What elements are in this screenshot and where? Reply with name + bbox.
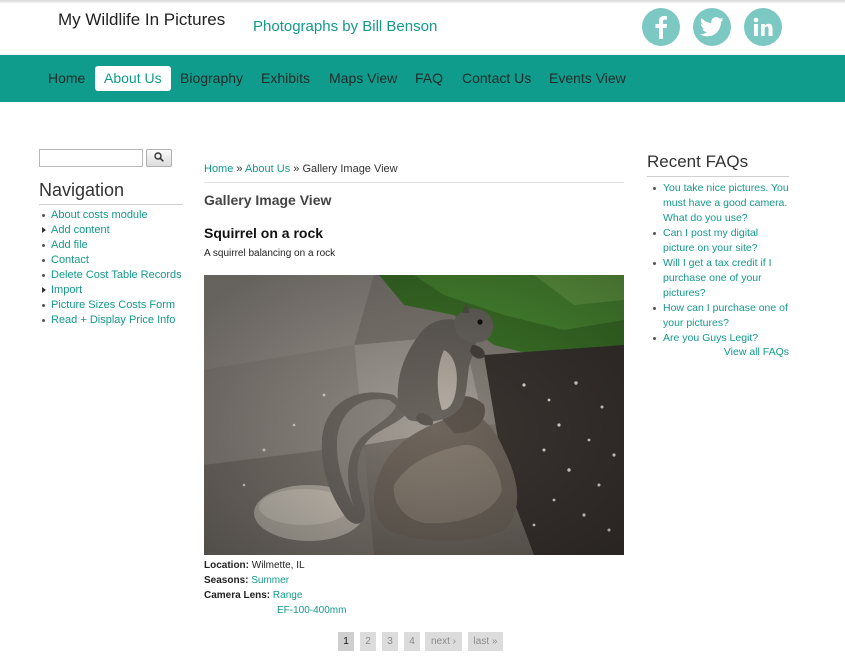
search-input[interactable] (39, 149, 143, 167)
pager-page-3[interactable]: 3 (382, 632, 398, 651)
nav-link-label: Contact (51, 254, 89, 266)
bullet-icon (653, 307, 656, 310)
camera-lens-link[interactable]: EF-100-400mm (277, 605, 346, 616)
pager-page-4[interactable]: 4 (404, 632, 420, 651)
bullet-icon (42, 259, 45, 262)
nav-home[interactable]: Home (39, 66, 94, 91)
nav-biography[interactable]: Biography (171, 66, 252, 91)
bullet-icon (653, 337, 656, 340)
nav-exhibits[interactable]: Exhibits (252, 66, 319, 91)
main-nav: Home About Us Biography Exhibits Maps Vi… (0, 55, 845, 102)
facebook-icon (654, 15, 668, 39)
faq-link[interactable]: Can I post my digital picture on your si… (651, 226, 791, 256)
navigation-heading: Navigation (39, 180, 125, 200)
site-slogan: Photographs by Bill Benson (253, 18, 438, 35)
site-name[interactable]: My Wildlife In Pictures (58, 10, 225, 30)
divider (39, 204, 183, 205)
location-field: Location: Wilmette, IL (204, 560, 305, 571)
nav-link-label: Add content (51, 224, 110, 236)
top-border (0, 0, 845, 3)
twitter-icon (700, 17, 724, 37)
camera-lens-link[interactable]: Range (273, 590, 302, 601)
nav-link-delete-cost-table-records[interactable]: Delete Cost Table Records (39, 268, 182, 283)
pager-page-1[interactable]: 1 (338, 632, 354, 651)
nav-link-add-content[interactable]: Add content (39, 223, 182, 238)
bullet-icon (42, 214, 45, 217)
breadcrumb-current: Gallery Image View (302, 163, 398, 175)
facebook-link[interactable] (642, 8, 680, 46)
view-all-faqs-link[interactable]: View all FAQs (700, 346, 789, 358)
bullet-icon (42, 274, 45, 277)
bullet-icon (653, 232, 656, 235)
nav-link-contact[interactable]: Contact (39, 253, 182, 268)
nav-faq[interactable]: FAQ (406, 66, 452, 91)
divider (647, 176, 789, 177)
expand-arrow-icon (42, 287, 46, 293)
camera-lens-field: Camera Lens: Range (204, 590, 302, 601)
divider (204, 182, 624, 183)
image-description: A squirrel balancing on a rock (204, 248, 336, 259)
nav-link-read-display-price-info[interactable]: Read + Display Price Info (39, 313, 182, 328)
location-value: Wilmette, IL (251, 560, 305, 571)
bullet-icon (42, 244, 45, 247)
breadcrumb-about-us[interactable]: About Us (245, 163, 290, 175)
squirrel-photo[interactable] (204, 275, 624, 555)
navigation-menu: About costs module Add content Add file … (39, 208, 182, 328)
faq-link-label: How can I purchase one of your pictures? (663, 302, 788, 329)
faq-link-label: Will I get a tax credit if I purchase on… (663, 257, 772, 299)
nav-link-label: About costs module (51, 209, 148, 221)
recent-faqs-heading: Recent FAQs (647, 152, 749, 171)
linkedin-icon (753, 17, 773, 37)
nav-maps-view[interactable]: Maps View (320, 66, 406, 91)
breadcrumb-separator: » (233, 163, 245, 175)
bullet-icon (42, 319, 45, 322)
faq-link[interactable]: You take nice pictures. You must have a … (651, 181, 791, 226)
bullet-icon (653, 187, 656, 190)
nav-link-picture-sizes-costs-form[interactable]: Picture Sizes Costs Form (39, 298, 182, 313)
twitter-link[interactable] (693, 8, 731, 46)
faq-link-label: You take nice pictures. You must have a … (663, 182, 789, 224)
breadcrumb: Home » About Us » Gallery Image View (204, 163, 398, 175)
breadcrumb-home[interactable]: Home (204, 163, 233, 175)
search-icon (154, 149, 164, 167)
nav-link-label: Import (51, 284, 83, 296)
faq-link[interactable]: Will I get a tax credit if I purchase on… (651, 256, 791, 301)
image-title: Squirrel on a rock (204, 225, 324, 241)
faq-link[interactable]: Are you Guys Legit? (651, 331, 791, 346)
faq-link[interactable]: How can I purchase one of your pictures? (651, 301, 791, 331)
nav-link-label: Picture Sizes Costs Form (51, 299, 176, 311)
seasons-field: Seasons: Summer (204, 575, 289, 586)
linkedin-link[interactable] (744, 8, 782, 46)
camera-lens-label: Camera Lens: (204, 590, 271, 601)
nav-link-import[interactable]: Import (39, 283, 182, 298)
faq-link-label: Are you Guys Legit? (663, 332, 759, 344)
nav-link-add-file[interactable]: Add file (39, 238, 182, 253)
seasons-label: Seasons: (204, 575, 249, 586)
bullet-icon (653, 262, 656, 265)
seasons-link[interactable]: Summer (251, 575, 289, 586)
faq-link-label: Can I post my digital picture on your si… (663, 227, 759, 254)
nav-link-label: Delete Cost Table Records (51, 269, 182, 281)
nav-link-label: Read + Display Price Info (51, 314, 176, 326)
search-button[interactable] (146, 149, 172, 167)
recent-faqs-list: You take nice pictures. You must have a … (651, 181, 791, 346)
bullet-icon (42, 304, 45, 307)
nav-link-about-costs-module[interactable]: About costs module (39, 208, 182, 223)
pager-next[interactable]: next › (425, 632, 462, 651)
nav-events-view[interactable]: Events View (540, 66, 635, 91)
location-label: Location: (204, 560, 249, 571)
camera-lens-field-2: EF-100-400mm (277, 605, 346, 616)
nav-about-us[interactable]: About Us (95, 66, 171, 91)
page-title: Gallery Image View (204, 192, 332, 208)
expand-arrow-icon (42, 227, 46, 233)
pager-last[interactable]: last » (468, 632, 503, 651)
pager-page-2[interactable]: 2 (360, 632, 376, 651)
nav-contact-us[interactable]: Contact Us (453, 66, 540, 91)
nav-link-label: Add file (51, 239, 88, 251)
breadcrumb-separator: » (290, 163, 303, 175)
